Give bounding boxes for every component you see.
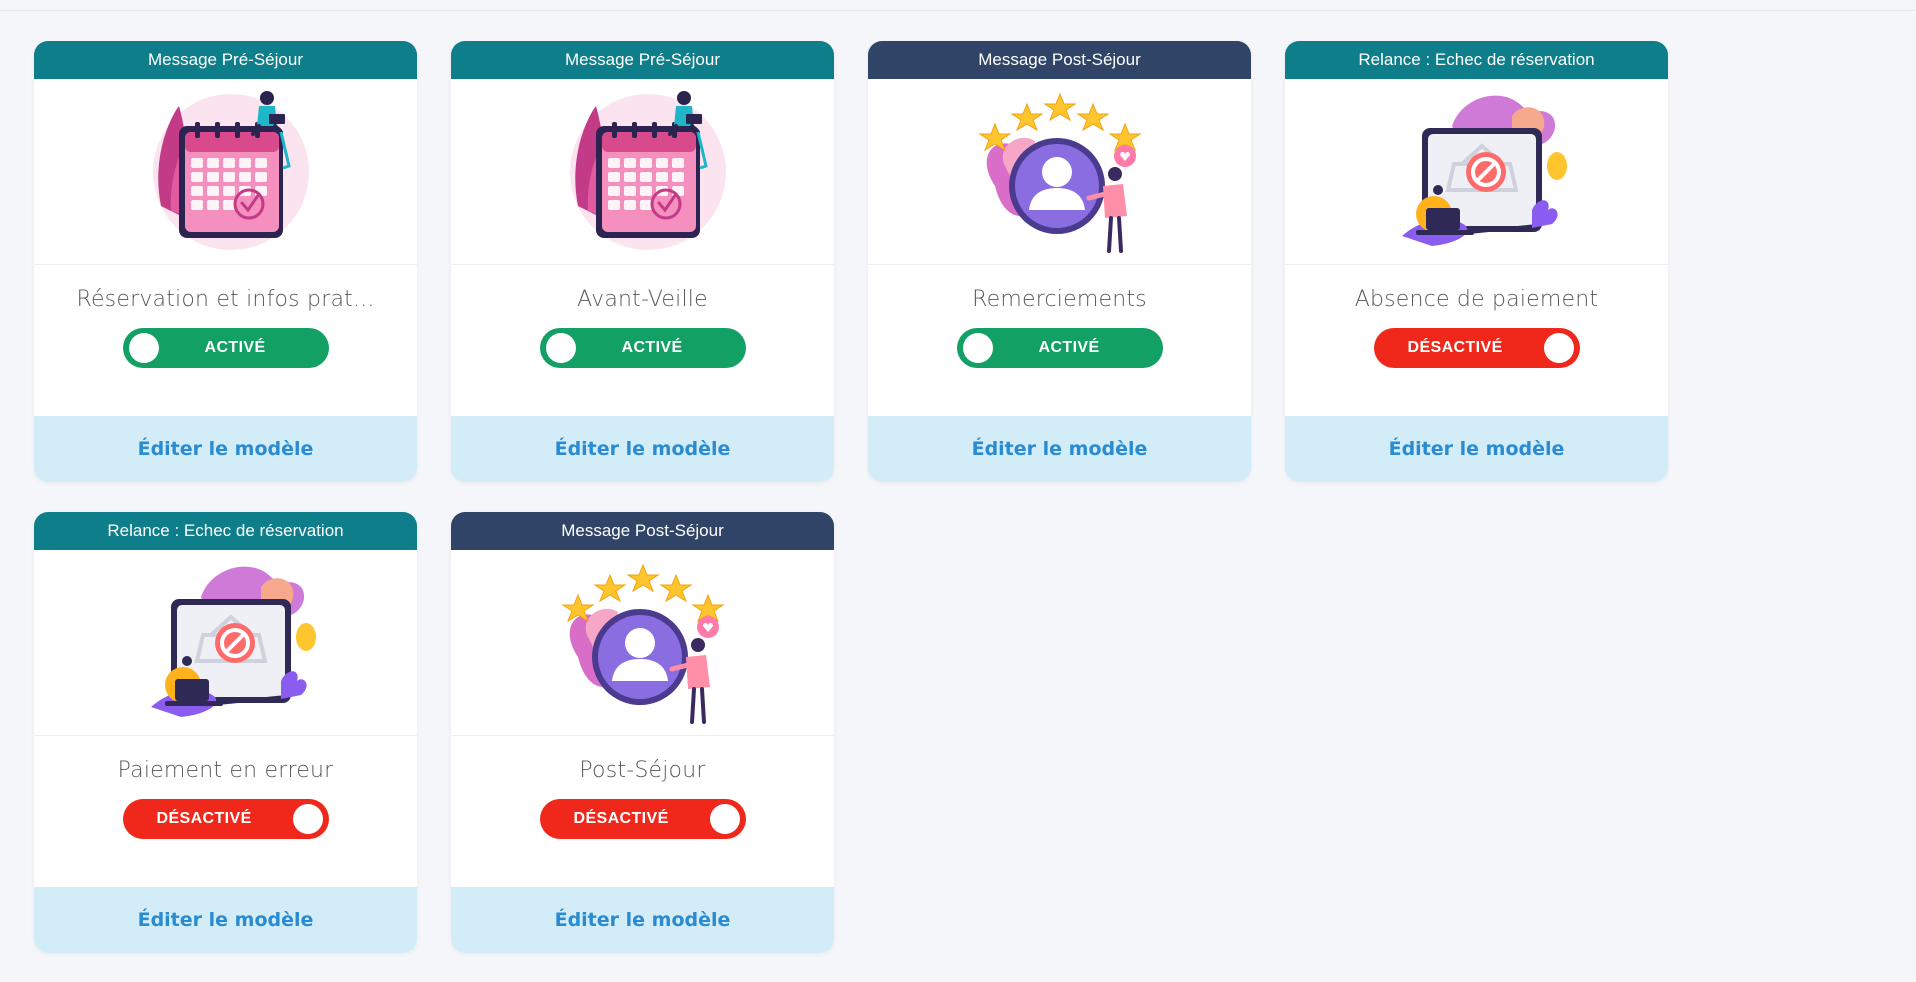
edit-template-button[interactable]: Éditer le modèle (868, 416, 1251, 482)
activation-toggle[interactable]: ACTIVÉ (956, 328, 1163, 368)
edit-template-button[interactable]: Éditer le modèle (1285, 416, 1668, 482)
toggle-label: ACTIVÉ (1038, 339, 1100, 356)
template-card-grid: Message Pré-Séjour Réservation et infos … (34, 41, 1668, 953)
card-category-header: Message Pré-Séjour (34, 41, 417, 79)
activation-toggle[interactable]: ACTIVÉ (122, 328, 329, 368)
blocked-payment-illustration (1285, 79, 1668, 265)
review-stars-illustration (868, 79, 1251, 265)
toggle-knob (545, 333, 576, 363)
activation-toggle[interactable]: DÉSACTIVÉ (122, 799, 329, 839)
card-category-header: Message Post-Séjour (451, 512, 834, 550)
toggle-label: ACTIVÉ (621, 339, 683, 356)
edit-template-button[interactable]: Éditer le modèle (34, 887, 417, 953)
activation-toggle[interactable]: DÉSACTIVÉ (1373, 328, 1580, 368)
template-card: Message Post-Séjour Remerciements ACTIVÉ… (868, 41, 1251, 482)
edit-template-button[interactable]: Éditer le modèle (34, 416, 417, 482)
card-title: Réservation et infos prat... (76, 287, 375, 312)
calendar-illustration (34, 79, 417, 265)
toggle-knob (292, 804, 323, 834)
calendar-illustration (451, 79, 834, 265)
card-title: Absence de paiement (1354, 287, 1599, 312)
card-title: Paiement en erreur (117, 758, 334, 783)
card-category-header: Message Pré-Séjour (451, 41, 834, 79)
edit-template-button[interactable]: Éditer le modèle (451, 416, 834, 482)
toggle-label: DÉSACTIVÉ (156, 810, 252, 827)
toggle-knob (128, 333, 159, 363)
template-card: Relance : Echec de réservation Absence d… (1285, 41, 1668, 482)
card-category-header: Relance : Echec de réservation (1285, 41, 1668, 79)
card-title: Avant-Veille (577, 287, 708, 312)
edit-template-button[interactable]: Éditer le modèle (451, 887, 834, 953)
toggle-knob (709, 804, 740, 834)
review-stars-illustration (451, 550, 834, 736)
card-title: Remerciements (972, 287, 1147, 312)
card-category-header: Message Post-Séjour (868, 41, 1251, 79)
template-card: Message Pré-Séjour Réservation et infos … (34, 41, 417, 482)
template-card: Message Post-Séjour Post-Séjour DÉSACTIV… (451, 512, 834, 953)
card-title: Post-Séjour (579, 758, 706, 783)
toggle-knob (962, 333, 993, 363)
toggle-label: DÉSACTIVÉ (573, 810, 669, 827)
blocked-payment-illustration (34, 550, 417, 736)
template-card: Message Pré-Séjour Avant-Veille ACTIVÉ É… (451, 41, 834, 482)
card-category-header: Relance : Echec de réservation (34, 512, 417, 550)
template-list-page: Message Pré-Séjour Réservation et infos … (0, 10, 1916, 982)
activation-toggle[interactable]: DÉSACTIVÉ (539, 799, 746, 839)
toggle-label: ACTIVÉ (204, 339, 266, 356)
toggle-label: DÉSACTIVÉ (1407, 339, 1503, 356)
template-card: Relance : Echec de réservation Paiement … (34, 512, 417, 953)
toggle-knob (1543, 333, 1574, 363)
activation-toggle[interactable]: ACTIVÉ (539, 328, 746, 368)
